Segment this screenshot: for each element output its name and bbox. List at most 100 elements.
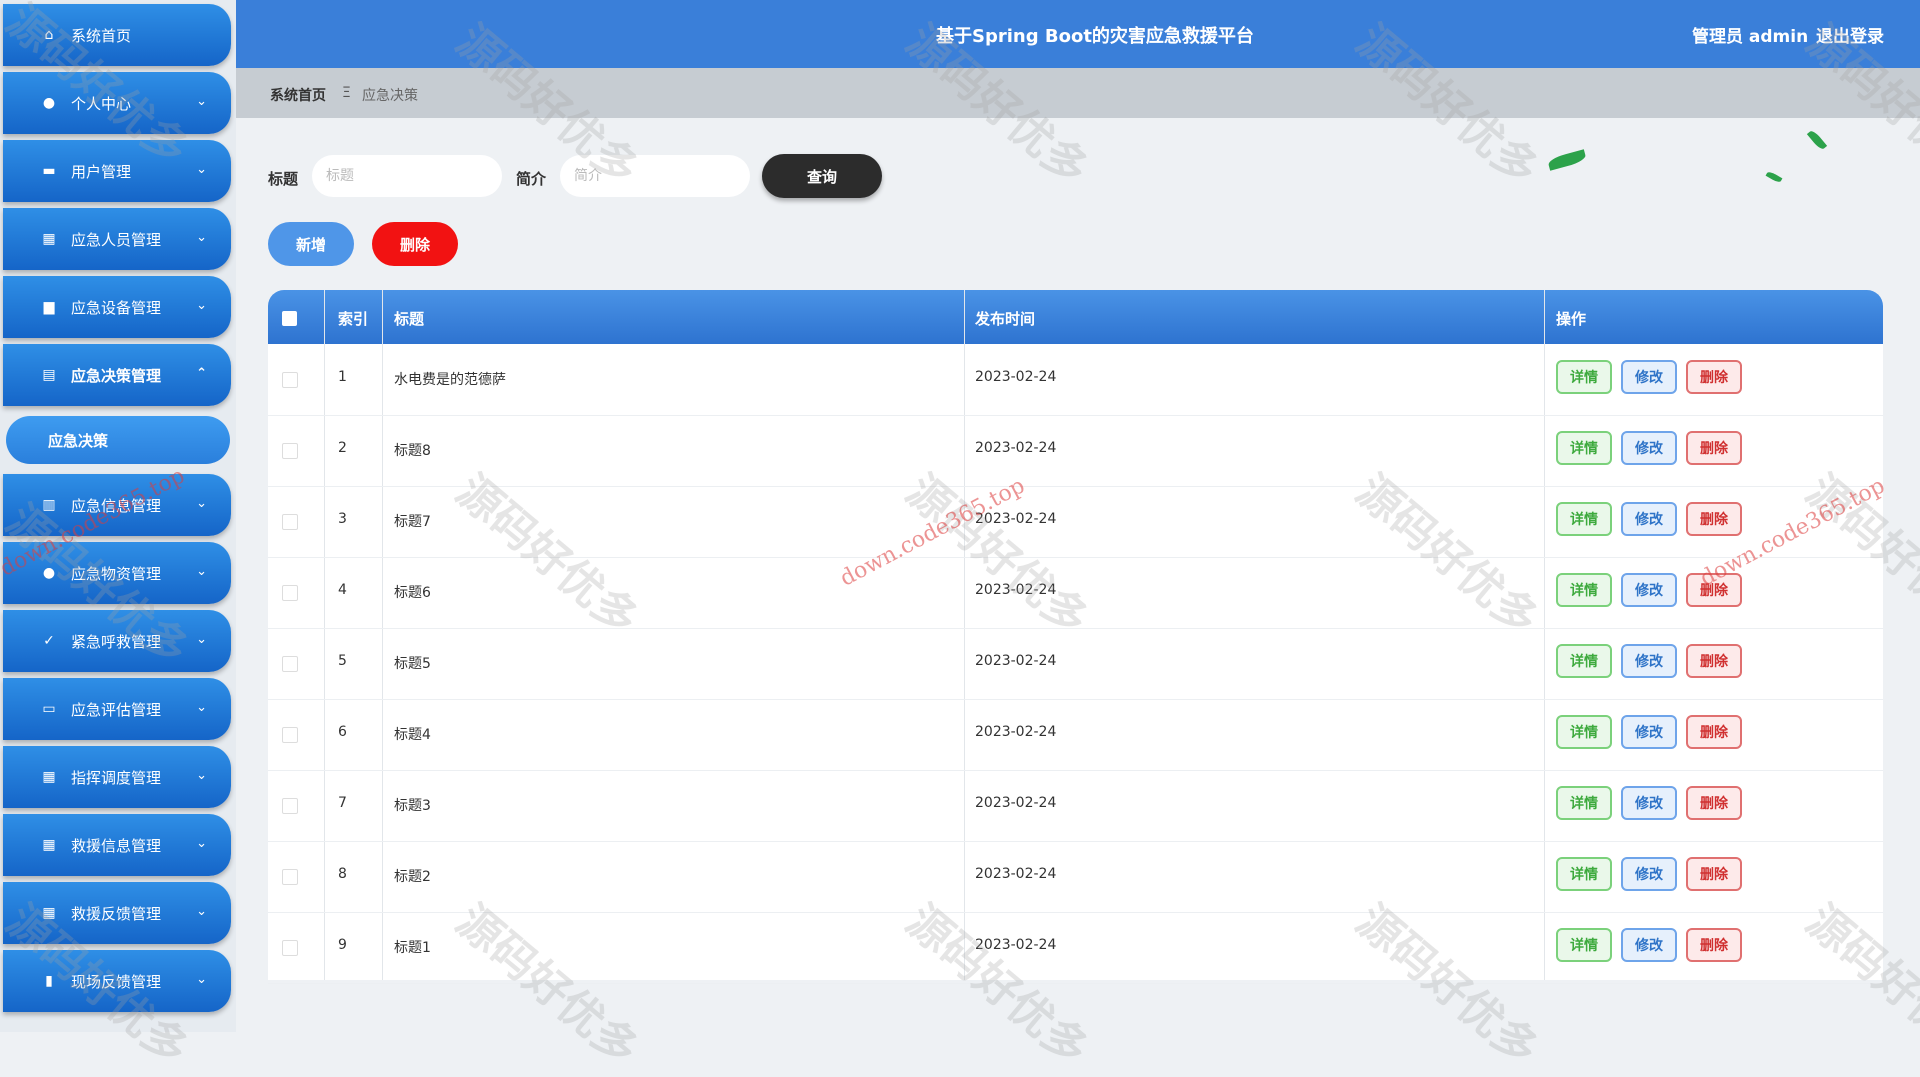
delete-button[interactable]: 删除	[1686, 928, 1742, 962]
id-card-icon: ▬	[42, 163, 56, 179]
chevron-down-icon: ⌄	[196, 298, 207, 313]
sidebar-item[interactable]: ▦ 救援反馈管理 ⌄	[3, 882, 231, 944]
row-checkbox[interactable]	[282, 869, 298, 885]
edit-button[interactable]: 修改	[1621, 786, 1677, 820]
edit-button[interactable]: 修改	[1621, 431, 1677, 465]
sidebar-item-label: 用户管理	[71, 162, 132, 181]
chevron-down-icon: ⌄	[196, 836, 207, 851]
edit-button[interactable]: 修改	[1621, 857, 1677, 891]
detail-button[interactable]: 详情	[1556, 715, 1612, 749]
row-checkbox[interactable]	[282, 727, 298, 743]
detail-button[interactable]: 详情	[1556, 573, 1612, 607]
delete-button[interactable]: 删除	[1686, 715, 1742, 749]
batch-delete-button[interactable]: 删除	[372, 222, 458, 266]
edit-button[interactable]: 修改	[1621, 715, 1677, 749]
row-checkbox[interactable]	[282, 940, 298, 956]
delete-button[interactable]: 删除	[1686, 360, 1742, 394]
detail-button[interactable]: 详情	[1556, 857, 1612, 891]
row-checkbox[interactable]	[282, 443, 298, 459]
detail-button[interactable]: 详情	[1556, 360, 1612, 394]
info-icon: ▥	[42, 497, 56, 513]
row-checkbox[interactable]	[282, 656, 298, 672]
cell-index: 6	[338, 724, 347, 740]
query-button[interactable]: 查询	[762, 154, 882, 198]
cell-index: 9	[338, 937, 347, 953]
sidebar-item[interactable]: ▦ 救援信息管理 ⌄	[3, 814, 231, 876]
check-icon: ✓	[43, 633, 55, 649]
row-checkbox[interactable]	[282, 798, 298, 814]
clipboard-icon: ▤	[42, 367, 56, 383]
sidebar-item[interactable]: ▭ 应急评估管理 ⌄	[3, 678, 231, 740]
sidebar-item[interactable]: ▤ 应急决策管理 ⌃	[3, 344, 231, 406]
sidebar-item[interactable]: ▆ 应急设备管理 ⌄	[3, 276, 231, 338]
cell-title: 标题6	[394, 585, 431, 601]
chevron-down-icon: ⌄	[196, 700, 207, 715]
title-search-input[interactable]	[312, 155, 502, 197]
sidebar-item-label: 紧急呼救管理	[71, 632, 162, 651]
chevron-down-icon: ⌄	[196, 162, 207, 177]
edit-button[interactable]: 修改	[1621, 644, 1677, 678]
cell-date: 2023-02-24	[975, 653, 1057, 669]
sidebar-item[interactable]: ⌂ 系统首页	[3, 4, 231, 66]
cell-date: 2023-02-24	[975, 866, 1057, 882]
sidebar-item[interactable]: ● 应急物资管理 ⌄	[3, 542, 231, 604]
row-checkbox[interactable]	[282, 585, 298, 601]
delete-button[interactable]: 删除	[1686, 857, 1742, 891]
table-row: 6 标题4 2023-02-24 详情 修改 删除	[268, 699, 1883, 771]
delete-button[interactable]: 删除	[1686, 786, 1742, 820]
chevron-down-icon: ⌄	[196, 768, 207, 783]
sidebar-item[interactable]: ▬ 用户管理 ⌄	[3, 140, 231, 202]
edit-button[interactable]: 修改	[1621, 502, 1677, 536]
sidebar-item-label: 应急设备管理	[71, 298, 162, 317]
delete-button[interactable]: 删除	[1686, 502, 1742, 536]
monitor-icon: ▭	[42, 701, 56, 717]
sidebar-item[interactable]: ● 个人中心 ⌄	[3, 72, 231, 134]
chevron-down-icon: ⌄	[196, 564, 207, 579]
sidebar-item[interactable]: ▮ 现场反馈管理 ⌄	[3, 950, 231, 1012]
sidebar-item-label: 应急人员管理	[71, 230, 162, 249]
column-header-title: 标题	[394, 310, 425, 328]
chevron-down-icon: ⌄	[196, 94, 207, 109]
sidebar-item-label: 救援信息管理	[71, 836, 162, 855]
sidebar-item[interactable]: ✓ 紧急呼救管理 ⌄	[3, 610, 231, 672]
table-row: 5 标题5 2023-02-24 详情 修改 删除	[268, 628, 1883, 700]
select-all-checkbox[interactable]	[282, 311, 297, 326]
row-checkbox[interactable]	[282, 514, 298, 530]
detail-button[interactable]: 详情	[1556, 502, 1612, 536]
chevron-down-icon: ⌄	[196, 632, 207, 647]
cell-title: 标题8	[394, 443, 431, 459]
edit-button[interactable]: 修改	[1621, 360, 1677, 394]
sidebar-item[interactable]: ▦ 指挥调度管理 ⌄	[3, 746, 231, 808]
column-header-date: 发布时间	[975, 310, 1036, 328]
add-button[interactable]: 新增	[268, 222, 354, 266]
breadcrumb-current: 应急决策	[362, 88, 418, 104]
sidebar-item-label: 应急物资管理	[71, 564, 162, 583]
column-header-index: 索引	[338, 310, 369, 328]
breadcrumb-home[interactable]: 系统首页	[270, 85, 326, 105]
chevron-down-icon: ⌄	[196, 496, 207, 511]
detail-button[interactable]: 详情	[1556, 431, 1612, 465]
sidebar-subitem[interactable]: 应急决策	[6, 416, 230, 464]
chevron-up-icon: ⌃	[196, 366, 207, 381]
cell-index: 4	[338, 582, 347, 598]
sidebar-item-label: 指挥调度管理	[71, 768, 162, 787]
edit-button[interactable]: 修改	[1621, 573, 1677, 607]
edit-button[interactable]: 修改	[1621, 928, 1677, 962]
cell-title: 标题3	[394, 798, 431, 814]
leaf-decoration	[1765, 170, 1783, 184]
sidebar-item[interactable]: ▥ 应急信息管理 ⌄	[3, 474, 231, 536]
row-checkbox[interactable]	[282, 372, 298, 388]
delete-button[interactable]: 删除	[1686, 573, 1742, 607]
sidebar-item-label: 系统首页	[71, 26, 132, 45]
intro-search-input[interactable]	[560, 155, 750, 197]
logout-link[interactable]: 退出登录	[1816, 22, 1884, 47]
cell-title: 标题4	[394, 727, 431, 743]
delete-button[interactable]: 删除	[1686, 644, 1742, 678]
delete-button[interactable]: 删除	[1686, 431, 1742, 465]
sidebar-item[interactable]: ▦ 应急人员管理 ⌄	[3, 208, 231, 270]
detail-button[interactable]: 详情	[1556, 928, 1612, 962]
detail-button[interactable]: 详情	[1556, 786, 1612, 820]
detail-button[interactable]: 详情	[1556, 644, 1612, 678]
sidebar: ⌂ 系统首页 ● 个人中心 ⌄ ▬ 用户管理 ⌄ ▦ 应急人员管理 ⌄ ▆ 应急设备管理 ⌄ ▤ 应急决策管理…	[0, 0, 236, 1032]
cell-date: 2023-02-24	[975, 369, 1057, 385]
